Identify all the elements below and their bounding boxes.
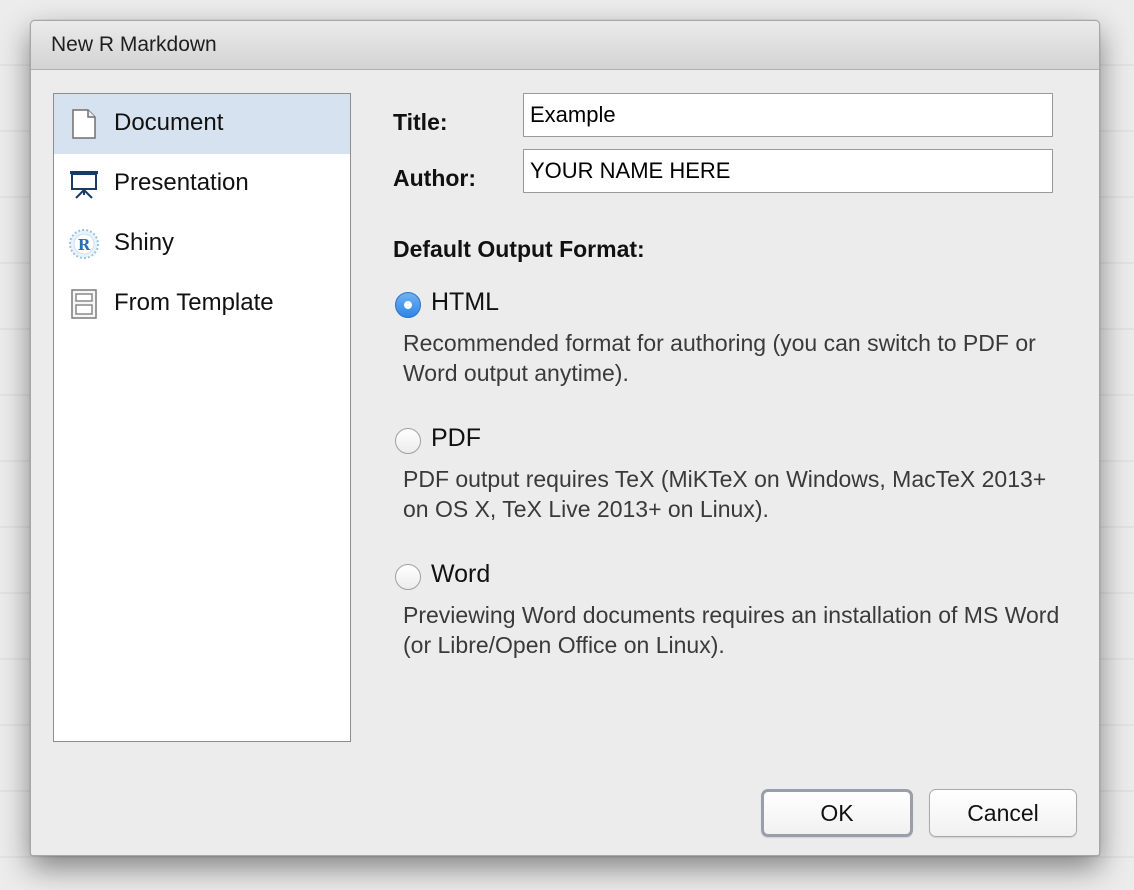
radio-label[interactable]: Word [431, 560, 490, 589]
html-radio-button[interactable] [395, 292, 421, 318]
author-input[interactable] [523, 149, 1053, 193]
word-radio-button[interactable] [395, 564, 421, 590]
html-description: Recommended format for authoring (you ca… [403, 330, 1036, 386]
title-input[interactable] [523, 93, 1053, 137]
author-label: Author: [393, 165, 477, 191]
shiny-icon: R [68, 228, 100, 260]
template-icon [68, 288, 100, 320]
title-label: Title: [393, 109, 448, 135]
sidebar-item-label: From Template [114, 289, 274, 316]
new-r-markdown-dialog: New R Markdown Document Presentation R S… [30, 20, 1100, 856]
presentation-icon [68, 168, 100, 200]
sidebar-item-document[interactable]: Document [54, 94, 350, 154]
sidebar-item-label: Document [114, 109, 224, 136]
pdf-description: PDF output requires TeX (MiKTeX on Windo… [403, 466, 1047, 522]
word-description: Previewing Word documents requires an in… [403, 602, 1060, 658]
sidebar-item-label: Shiny [114, 229, 175, 256]
ok-button[interactable]: OK [761, 789, 913, 837]
svg-text:R: R [78, 236, 91, 254]
sidebar-item-from-template[interactable]: From Template [54, 274, 350, 334]
sidebar-item-label: Presentation [114, 169, 249, 196]
template-sidebar: Document Presentation R Shiny From Templ… [53, 93, 351, 742]
cancel-button[interactable]: Cancel [929, 789, 1077, 837]
pdf-radio-button[interactable] [395, 428, 421, 454]
radio-label[interactable]: HTML [431, 288, 499, 317]
radio-label[interactable]: PDF [431, 424, 481, 453]
sidebar-item-presentation[interactable]: Presentation [54, 154, 350, 214]
title-bar[interactable]: New R Markdown [31, 21, 1099, 70]
output-format-heading: Default Output Format: [393, 236, 645, 262]
document-icon [68, 108, 100, 140]
window-title: New R Markdown [51, 33, 217, 56]
sidebar-item-shiny[interactable]: R Shiny [54, 214, 350, 274]
